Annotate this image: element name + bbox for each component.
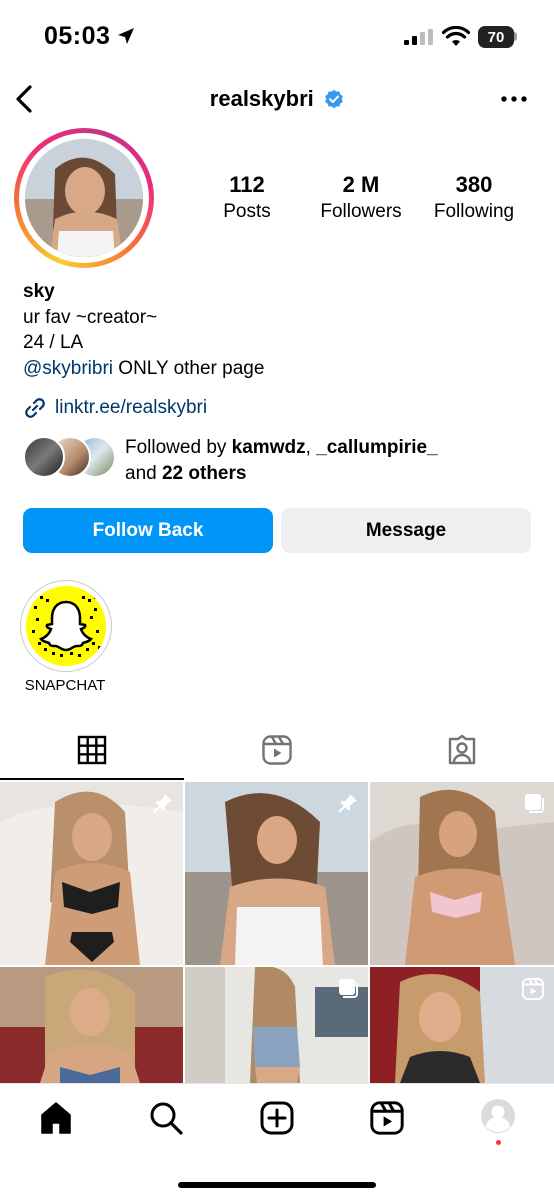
highlight-snapchat[interactable]	[20, 580, 112, 672]
followed-others: 22 others	[161, 463, 247, 484]
tab-tagged[interactable]	[442, 732, 482, 768]
search-icon	[150, 1102, 183, 1135]
reels-nav-icon	[370, 1101, 404, 1135]
followed-sep: ,	[305, 437, 317, 458]
stat-following[interactable]: 380 Following	[419, 172, 529, 223]
highlight-label: SNAPCHAT	[24, 677, 106, 694]
profile-icon	[481, 1099, 515, 1133]
bio-link-text: linktr.ee/realskybri	[55, 397, 208, 418]
grid-post[interactable]	[185, 967, 368, 1083]
bio-mention-suffix: ONLY other page	[113, 358, 265, 379]
tab-posts-grid[interactable]	[72, 732, 112, 768]
link-icon	[25, 398, 45, 418]
mutual-avatar-1	[23, 436, 65, 478]
followed-by-text[interactable]: Followed by kamwdz, _callumpirie_ and 22…	[125, 435, 438, 487]
status-time: 05:03	[44, 22, 111, 50]
stat-posts[interactable]: 112 Posts	[192, 172, 302, 223]
home-icon	[41, 1102, 71, 1134]
nav-search[interactable]	[146, 1098, 186, 1138]
grid-post[interactable]	[370, 967, 554, 1083]
reels-badge-icon	[521, 977, 545, 1001]
posts-count: 112	[229, 172, 265, 197]
grid-post[interactable]	[185, 782, 368, 965]
bio-line-2: 24 / LA	[23, 332, 84, 353]
battery-indicator: 70	[478, 26, 514, 48]
bio-line-1: ur fav ~creator~	[23, 307, 158, 328]
followed-user-2: _callumpirie_	[316, 437, 438, 458]
followers-count: 2 M	[342, 172, 380, 197]
grid-post[interactable]	[370, 782, 554, 965]
profile-username: realskybri	[209, 86, 314, 111]
followed-user-1: kamwdz	[231, 437, 306, 458]
bio-line-3: @skybribri ONLY other page	[23, 358, 264, 380]
follow-back-button[interactable]: Follow Back	[23, 508, 273, 553]
avatar-photo	[25, 139, 143, 257]
multi-post-icon	[525, 794, 544, 813]
snapchat-icon	[26, 586, 106, 666]
message-button[interactable]: Message	[281, 508, 531, 553]
bio-name: sky	[23, 281, 55, 302]
following-label: Following	[433, 201, 515, 222]
followed-by-prefix: Followed by	[125, 437, 232, 458]
verified-badge-icon	[325, 89, 344, 109]
more-icon[interactable]	[498, 90, 532, 108]
create-icon	[260, 1101, 294, 1135]
tagged-icon	[448, 734, 476, 765]
grid-post[interactable]	[0, 782, 183, 965]
nav-home[interactable]	[36, 1098, 76, 1138]
posts-label: Posts	[223, 201, 271, 222]
followers-label: Followers	[320, 201, 402, 222]
tab-reels[interactable]	[257, 732, 297, 768]
profile-avatar[interactable]	[14, 128, 154, 268]
bio-mention-link[interactable]: @skybribri	[23, 358, 113, 379]
wifi-icon	[442, 26, 470, 46]
nav-create[interactable]	[257, 1098, 297, 1138]
nav-reels[interactable]	[367, 1098, 407, 1138]
pin-icon	[153, 794, 172, 813]
active-tab-indicator	[0, 778, 184, 780]
bio-external-link[interactable]: linktr.ee/realskybri	[23, 396, 207, 420]
multi-post-icon	[339, 979, 358, 998]
nav-profile[interactable]	[478, 1098, 518, 1138]
stat-followers[interactable]: 2 M Followers	[306, 172, 416, 223]
notification-dot	[496, 1140, 501, 1145]
location-arrow-icon	[118, 28, 134, 44]
following-count: 380	[455, 172, 493, 197]
pin-icon	[338, 794, 357, 813]
grid-icon	[77, 735, 107, 765]
followed-and: and	[125, 463, 162, 484]
profile-header: realskybri	[0, 86, 554, 112]
grid-post[interactable]	[0, 967, 183, 1083]
signal-icon	[404, 29, 433, 45]
home-indicator	[178, 1182, 376, 1188]
battery-cap	[514, 32, 517, 41]
reels-icon	[262, 735, 292, 765]
